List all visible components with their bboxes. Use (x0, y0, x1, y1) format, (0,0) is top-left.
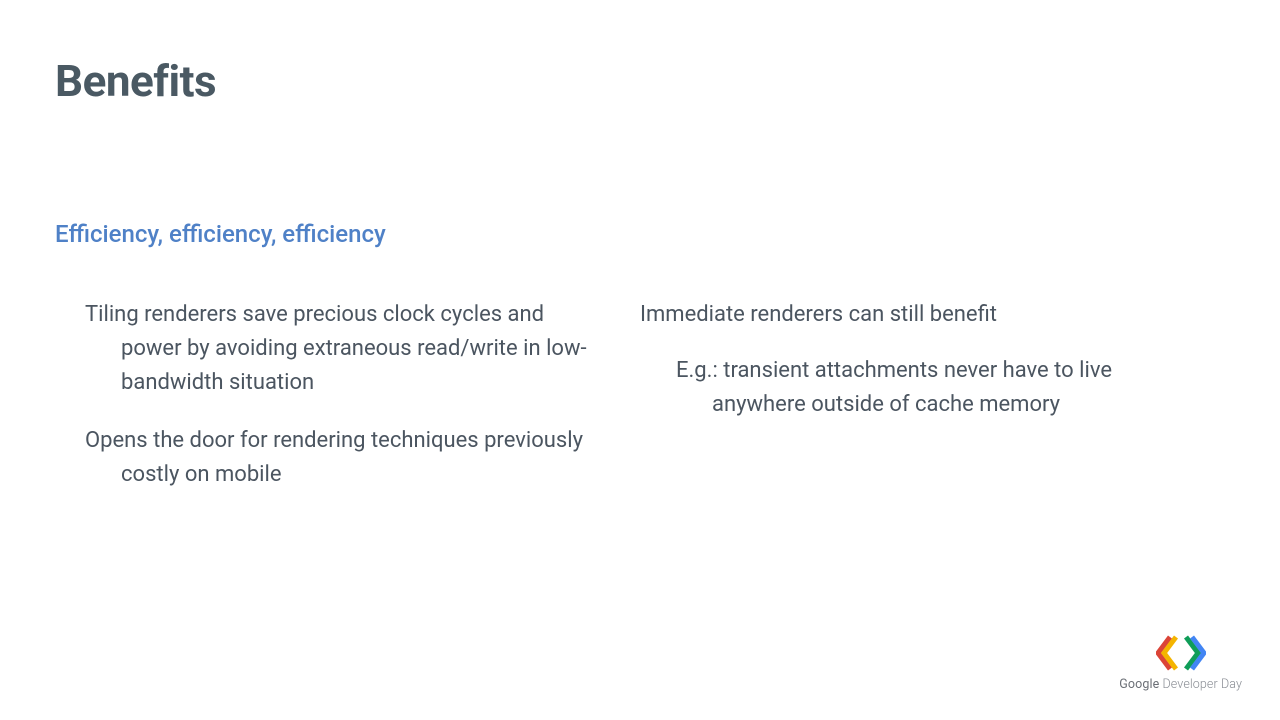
page-title: Benefits (55, 55, 1220, 107)
left-column: Tiling renderers save precious clock cyc… (55, 298, 610, 516)
footer-brand: Google (1119, 677, 1159, 692)
brackets-icon (1119, 635, 1242, 671)
bullet-left-1: Tiling renderers save precious clock cyc… (85, 298, 610, 400)
bullet-left-2: Opens the door for rendering techniques … (85, 424, 610, 492)
footer-rest: Developer Day (1159, 677, 1242, 692)
footer-logo: Google Developer Day (1119, 635, 1242, 692)
content-columns: Tiling renderers save precious clock cyc… (55, 298, 1220, 516)
bullet-right-1: Immediate renderers can still benefit (640, 298, 1200, 332)
slide: Benefits Efficiency, efficiency, efficie… (0, 0, 1280, 720)
footer-text: Google Developer Day (1119, 677, 1242, 692)
right-column: Immediate renderers can still benefit E.… (640, 298, 1200, 516)
subtitle: Efficiency, efficiency, efficiency (55, 220, 1220, 248)
bullet-right-1-sub: E.g.: transient attachments never have t… (640, 354, 1200, 422)
